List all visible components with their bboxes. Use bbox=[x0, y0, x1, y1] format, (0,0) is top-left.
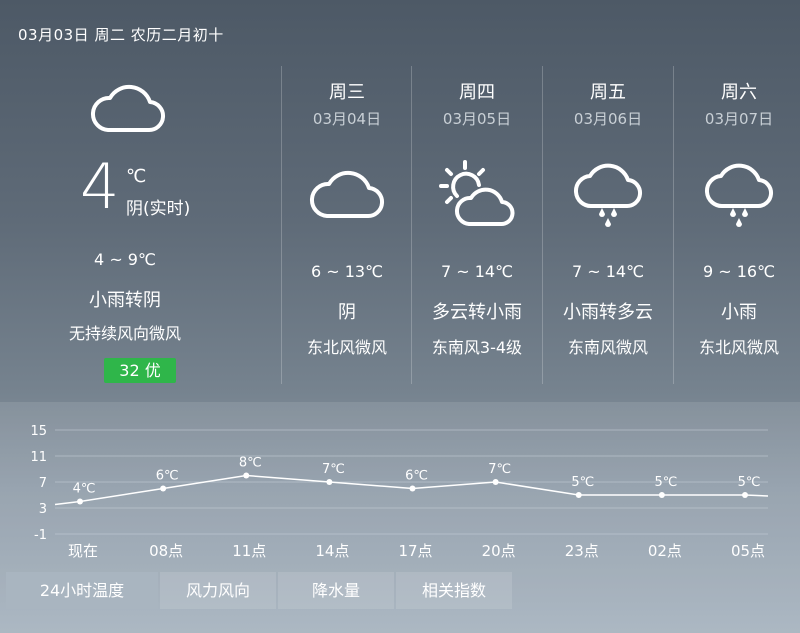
weather-widget: 03月03日 周二 农历二月初十 4 ℃ 阴(实时) 4 ~ 9℃ 小雨转阴 无… bbox=[0, 0, 800, 633]
forecast-temp-range: 6 ~ 13℃ bbox=[310, 262, 384, 281]
forecast-date: 03月07日 bbox=[704, 110, 774, 128]
tab-label: 24小时温度 bbox=[39, 581, 125, 600]
temperature-point bbox=[492, 479, 499, 485]
forecast-weather: 多云转小雨 bbox=[432, 302, 522, 323]
forecast-weekday: 周四 bbox=[459, 82, 495, 103]
hourly-panel: 15 11 7 3 -1 4℃ 6℃ 8℃ 7℃ 6℃ 7℃ 5℃ 5℃ 5℃ 现在 08点 11点 14点 1… bbox=[0, 402, 800, 633]
temperature-point bbox=[658, 492, 665, 498]
temperature-point bbox=[243, 472, 250, 479]
tab-indices[interactable]: 相关指数 bbox=[396, 572, 512, 609]
temperature-label: 5℃ bbox=[738, 475, 761, 490]
forecast-day-2: 周四 03月05日 7 ~ 14℃ 多云转小雨 东南风3-4级 bbox=[412, 60, 542, 380]
today-card: 4 ℃ 阴(实时) 4 ~ 9℃ 小雨转阴 无持续风向微风 32 优 bbox=[0, 60, 250, 390]
x-tick-label: 11点 bbox=[232, 542, 266, 560]
x-tick-label: 14点 bbox=[315, 542, 349, 560]
x-tick-label: 08点 bbox=[149, 542, 183, 560]
temperature-point bbox=[742, 492, 748, 498]
forecast-weekday: 周六 bbox=[721, 82, 757, 103]
x-tick-label: 17点 bbox=[398, 542, 432, 560]
forecast-wind: 东北风微风 bbox=[698, 338, 779, 357]
temperature-label: 6℃ bbox=[156, 469, 179, 484]
forecast-weather: 小雨转多云 bbox=[563, 302, 653, 323]
rain-cloud-icon bbox=[573, 163, 642, 227]
temperature-label: 7℃ bbox=[488, 462, 511, 477]
cloud-icon bbox=[310, 170, 385, 219]
chart-tabs: 24小时温度 风力风向 降水量 相关指数 bbox=[6, 572, 514, 609]
y-tick-label: 15 bbox=[30, 424, 47, 439]
forecast-panel: 03月03日 周二 农历二月初十 4 ℃ 阴(实时) 4 ~ 9℃ 小雨转阴 无… bbox=[0, 0, 800, 402]
tab-precipitation[interactable]: 降水量 bbox=[278, 572, 394, 609]
rain-cloud-icon bbox=[704, 163, 773, 227]
forecast-temp-range: 9 ~ 16℃ bbox=[702, 262, 776, 281]
temperature-point bbox=[575, 492, 582, 498]
y-tick-label: 3 bbox=[39, 502, 47, 517]
tab-wind[interactable]: 风力风向 bbox=[160, 572, 276, 609]
temperature-unit: ℃ bbox=[126, 166, 147, 187]
forecast-date: 03月06日 bbox=[573, 110, 643, 128]
current-temperature: 4 bbox=[80, 150, 120, 223]
sun-cloud-icon bbox=[439, 160, 515, 226]
x-tick-label: 现在 bbox=[68, 542, 98, 560]
temperature-point bbox=[77, 498, 83, 505]
aqi-badge[interactable]: 32 优 bbox=[104, 358, 176, 383]
current-condition: 阴(实时) bbox=[126, 199, 191, 219]
forecast-weekday: 周三 bbox=[329, 82, 365, 103]
y-tick-label: 11 bbox=[30, 450, 47, 465]
forecast-wind: 东南风微风 bbox=[567, 338, 648, 357]
today-wind: 无持续风向微风 bbox=[68, 324, 181, 343]
forecast-day-3: 周五 03月06日 7 ~ 14℃ 小雨转多云 东南风微风 bbox=[543, 60, 673, 380]
date-line: 03月03日 周二 农历二月初十 bbox=[18, 26, 224, 44]
tab-24h-temperature[interactable]: 24小时温度 bbox=[6, 572, 158, 609]
temperature-label: 6℃ bbox=[405, 469, 428, 484]
temperature-label: 8℃ bbox=[239, 456, 262, 471]
x-tick-label: 02点 bbox=[648, 542, 682, 560]
forecast-weekday: 周五 bbox=[590, 82, 626, 103]
tab-label: 风力风向 bbox=[185, 581, 250, 600]
forecast-temp-range: 7 ~ 14℃ bbox=[571, 262, 645, 281]
today-temp-range: 4 ~ 9℃ bbox=[94, 250, 156, 269]
temperature-point bbox=[160, 485, 167, 492]
forecast-weather: 阴 bbox=[338, 302, 356, 323]
y-tick-label: 7 bbox=[39, 476, 47, 491]
forecast-day-1: 周三 03月04日 6 ~ 13℃ 阴 东北风微风 bbox=[282, 60, 412, 380]
forecast-wind: 东南风3-4级 bbox=[431, 338, 523, 357]
temperature-label: 5℃ bbox=[571, 475, 594, 490]
tab-label: 降水量 bbox=[311, 581, 360, 600]
temperature-label: 7℃ bbox=[322, 462, 345, 477]
tab-label: 相关指数 bbox=[421, 581, 486, 600]
hourly-temperature-chart: 15 11 7 3 -1 4℃ 6℃ 8℃ 7℃ 6℃ 7℃ 5℃ 5℃ 5℃ 现在 08点 11点 14点 1… bbox=[30, 424, 769, 560]
x-tick-label: 20点 bbox=[482, 542, 516, 560]
y-tick-label: -1 bbox=[34, 528, 47, 543]
x-tick-label: 23点 bbox=[565, 542, 599, 560]
cloud-icon bbox=[91, 84, 166, 133]
forecast-wind: 东北风微风 bbox=[306, 338, 387, 357]
temperature-point bbox=[409, 485, 416, 492]
x-tick-label: 05点 bbox=[731, 542, 765, 560]
today-weather: 小雨转阴 bbox=[89, 290, 161, 311]
temperature-point bbox=[326, 479, 333, 485]
forecast-date: 03月05日 bbox=[442, 110, 512, 128]
forecast-day-4: 周六 03月07日 9 ~ 16℃ 小雨 东北风微风 bbox=[674, 60, 800, 380]
forecast-weather: 小雨 bbox=[721, 302, 757, 323]
forecast-date: 03月04日 bbox=[312, 110, 382, 128]
temperature-label: 5℃ bbox=[654, 475, 677, 490]
forecast-temp-range: 7 ~ 14℃ bbox=[440, 262, 514, 281]
temperature-label: 4℃ bbox=[73, 482, 96, 497]
